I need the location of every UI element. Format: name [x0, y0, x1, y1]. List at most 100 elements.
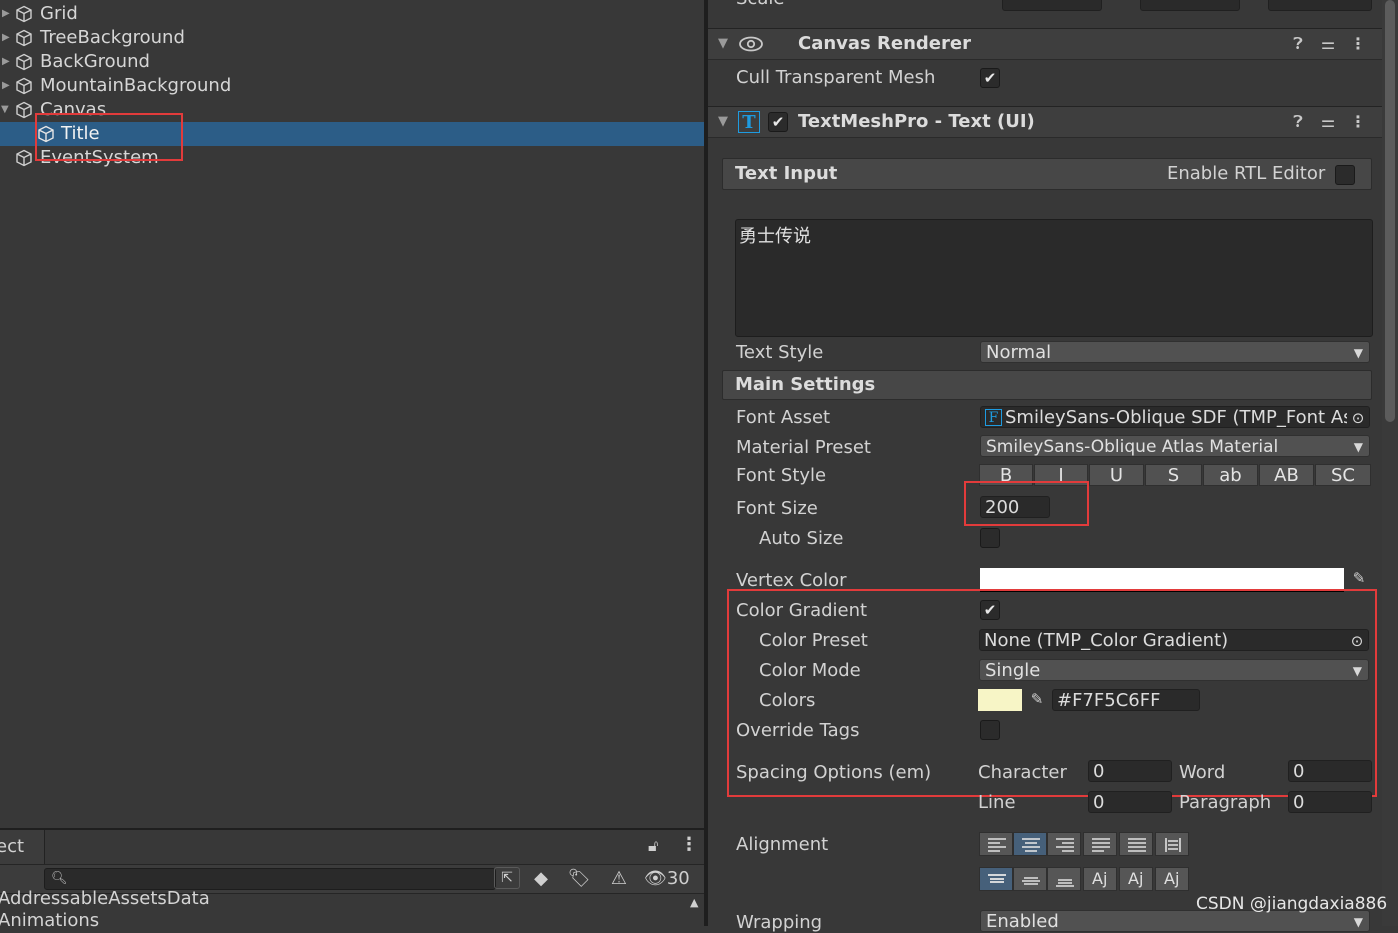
textmeshpro-header[interactable]: ▼ T ✔ TextMeshPro - Text (UI) ❓︎ ⚌ ⋮: [708, 106, 1382, 138]
align-center-button[interactable]: [1013, 832, 1047, 856]
font-style-uppercase-button[interactable]: AB: [1259, 464, 1314, 486]
filter-by-label-icon[interactable]: 🏷︎: [564, 867, 594, 891]
auto-size-checkbox[interactable]: [980, 528, 1000, 548]
object-picker-icon[interactable]: ⊙: [1346, 630, 1368, 650]
component-menu-icon[interactable]: ⋮: [1348, 112, 1368, 132]
hierarchy-item-background[interactable]: ▶ BackGround: [0, 50, 704, 74]
warning-icon[interactable]: ⚠︎: [604, 867, 634, 891]
font-asset-icon: F: [985, 409, 1002, 426]
colors-hex-field[interactable]: #F7F5C6FF: [1052, 689, 1200, 711]
project-folder-item[interactable]: AddressableAssetsData: [0, 888, 210, 909]
align-geometry-center-button[interactable]: [1155, 832, 1189, 856]
foldout-arrow-icon[interactable]: ▼: [718, 107, 728, 137]
align-flush-button[interactable]: [1119, 832, 1153, 856]
hierarchy-item-mountainbackground[interactable]: ▶ MountainBackground: [0, 74, 704, 98]
font-style-label: Font Style: [736, 465, 827, 486]
hierarchy-item-label: TreeBackground: [40, 27, 185, 48]
project-search-input[interactable]: 🔍︎: [44, 868, 496, 890]
color-preset-field[interactable]: None (TMP_Color Gradient) ⊙: [979, 629, 1369, 651]
project-tab[interactable]: ect: [0, 830, 45, 864]
hierarchy-item-grid[interactable]: ▶ Grid: [0, 2, 704, 26]
scroll-up-arrow-icon[interactable]: ▲: [690, 896, 698, 909]
component-enabled-checkbox[interactable]: ✔: [768, 112, 788, 132]
character-spacing-field[interactable]: 0: [1088, 760, 1172, 782]
align-right-button[interactable]: [1047, 832, 1081, 856]
text-style-dropdown[interactable]: Normal ▼: [980, 341, 1370, 363]
paragraph-spacing-field[interactable]: 0: [1288, 791, 1372, 813]
line-spacing-field[interactable]: 0: [1088, 791, 1172, 813]
align-capline-button[interactable]: Aj: [1155, 867, 1189, 891]
scale-y-field[interactable]: [1140, 0, 1240, 11]
hierarchy-item-treebackground[interactable]: ▶ TreeBackground: [0, 26, 704, 50]
expand-arrow-icon[interactable]: ▶: [2, 2, 10, 26]
cull-transparent-mesh-checkbox[interactable]: ✔: [980, 68, 1000, 88]
paragraph-spacing-label: Paragraph: [1179, 792, 1272, 813]
wrapping-value: Enabled: [986, 911, 1059, 932]
align-right-icon: [1056, 838, 1074, 852]
align-justified-button[interactable]: [1083, 832, 1117, 856]
canvas-renderer-header[interactable]: ▼ Canvas Renderer ❓︎ ⚌ ⋮: [708, 28, 1382, 60]
font-asset-field[interactable]: F SmileySans-Oblique SDF (TMP_Font Asset…: [980, 406, 1370, 428]
align-baseline-button[interactable]: Aj: [1083, 867, 1117, 891]
component-title: TextMeshPro - Text (UI): [798, 111, 1035, 132]
override-tags-checkbox[interactable]: [980, 720, 1000, 740]
search-icon: 🔍︎: [51, 871, 68, 886]
lock-icon[interactable]: 🔓︎: [648, 836, 658, 856]
align-top-icon: [988, 874, 1006, 883]
eyedropper-icon[interactable]: ✎: [1026, 690, 1048, 710]
font-style-lowercase-button[interactable]: ab: [1203, 464, 1258, 486]
scale-z-field[interactable]: [1268, 0, 1372, 11]
enable-rtl-checkbox[interactable]: [1335, 165, 1355, 185]
align-middle-button[interactable]: [1013, 867, 1047, 891]
presets-icon[interactable]: ⚌: [1318, 34, 1338, 54]
hidden-packages-toggle[interactable]: 👁︎30: [644, 867, 700, 891]
text-input-header: Text Input: [735, 163, 838, 184]
align-midline-button[interactable]: Aj: [1119, 867, 1153, 891]
object-picker-icon[interactable]: ⊙: [1347, 407, 1369, 427]
text-input-area[interactable]: 勇士传说: [735, 219, 1373, 337]
project-folder-item[interactable]: Animations: [0, 910, 99, 931]
collapse-arrow-icon[interactable]: ▼: [1, 98, 9, 122]
component-menu-icon[interactable]: ⋮: [1348, 34, 1368, 54]
component-title: Canvas Renderer: [798, 33, 971, 54]
character-spacing-label: Character: [978, 762, 1067, 783]
colors-swatch[interactable]: [978, 689, 1022, 711]
align-center-icon: [1022, 838, 1040, 852]
material-preset-dropdown[interactable]: SmileySans-Oblique Atlas Material ▼: [980, 435, 1370, 457]
align-left-button[interactable]: [979, 832, 1013, 856]
filter-by-type-icon[interactable]: ◆: [526, 867, 556, 891]
scrollbar-thumb[interactable]: [1385, 0, 1395, 422]
expand-arrow-icon[interactable]: ▶: [2, 50, 10, 74]
scale-x-field[interactable]: [1002, 0, 1102, 11]
kebab-menu-icon[interactable]: ⋮: [680, 834, 698, 855]
material-preset-value: SmileySans-Oblique Atlas Material: [986, 437, 1279, 457]
chevron-down-icon: ▼: [1352, 664, 1362, 678]
color-mode-dropdown[interactable]: Single ▼: [979, 659, 1369, 681]
word-spacing-field[interactable]: 0: [1288, 760, 1372, 782]
presets-icon[interactable]: ⚌: [1318, 112, 1338, 132]
help-icon[interactable]: ❓︎: [1288, 34, 1308, 54]
color-gradient-label: Color Gradient: [736, 600, 868, 621]
scale-label: Scale: [736, 0, 784, 9]
text-style-value: Normal: [986, 342, 1052, 363]
chevron-down-icon: ▼: [1353, 915, 1363, 929]
expand-arrow-icon[interactable]: ▶: [2, 26, 10, 50]
font-style-strikethrough-button[interactable]: S: [1145, 464, 1202, 486]
help-icon[interactable]: ❓︎: [1288, 112, 1308, 132]
expand-arrow-icon[interactable]: ▶: [2, 74, 10, 98]
search-by-type-icon[interactable]: ⇱: [494, 867, 520, 889]
inspector-scrollbar[interactable]: [1382, 0, 1398, 926]
align-bottom-button[interactable]: [1047, 867, 1081, 891]
font-style-smallcaps-button[interactable]: SC: [1315, 464, 1371, 486]
font-style-underline-button[interactable]: U: [1089, 464, 1144, 486]
align-baseline-icon: Aj: [1092, 869, 1108, 888]
align-top-button[interactable]: [979, 867, 1013, 891]
colors-label: Colors: [759, 690, 816, 711]
main-settings-header: Main Settings: [735, 374, 876, 395]
eye-icon: [739, 36, 763, 52]
foldout-arrow-icon[interactable]: ▼: [718, 29, 728, 59]
gameobject-cube-icon: [16, 29, 32, 47]
color-gradient-checkbox[interactable]: ✔: [980, 600, 1000, 620]
cull-transparent-mesh-label: Cull Transparent Mesh: [736, 67, 936, 88]
eyedropper-icon[interactable]: ✎: [1348, 569, 1370, 589]
